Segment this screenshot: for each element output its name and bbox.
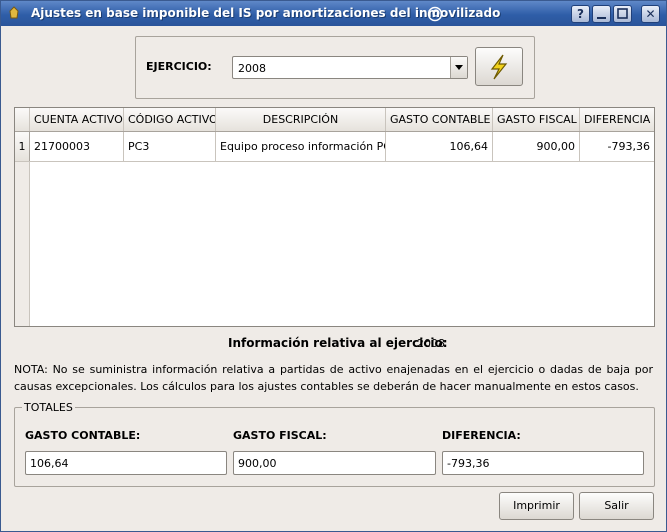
column-header[interactable]: CUENTA ACTIVO <box>30 108 124 131</box>
assets-table[interactable]: CUENTA ACTIVO CÓDIGO ACTIVO DESCRIPCIÓN … <box>14 107 655 327</box>
cell-descripcion[interactable]: Equipo proceso información PC3 <box>216 132 386 161</box>
nota-text: NOTA: No se suministra información relat… <box>14 363 653 393</box>
table-header: CUENTA ACTIVO CÓDIGO ACTIVO DESCRIPCIÓN … <box>15 108 654 132</box>
column-header[interactable]: GASTO CONTABLE <box>386 108 493 131</box>
maximize-button[interactable] <box>613 5 632 23</box>
gasto-fiscal-label: GASTO FISCAL: <box>233 429 327 442</box>
maximize-icon <box>617 8 628 19</box>
gasto-fiscal-field[interactable]: 900,00 <box>233 451 436 475</box>
cell-codigo-activo[interactable]: PC3 <box>124 132 216 161</box>
ejercicio-value: 2008 <box>238 62 266 75</box>
cell-gasto-fiscal[interactable]: 900,00 <box>493 132 580 161</box>
diferencia-field[interactable]: -793,36 <box>442 451 644 475</box>
imprimir-button[interactable]: Imprimir <box>499 492 574 520</box>
gasto-contable-label: GASTO CONTABLE: <box>25 429 141 442</box>
column-header[interactable]: DIFERENCIA <box>580 108 654 131</box>
ejercicio-select[interactable]: 2008 <box>232 56 468 79</box>
ejercicio-label: EJERCICIO: <box>146 60 212 73</box>
help-button[interactable]: ? <box>571 5 590 23</box>
totales-group <box>14 407 655 487</box>
cell-diferencia[interactable]: -793,36 <box>580 132 654 161</box>
lightning-icon <box>490 54 508 80</box>
info-label: Información relativa al ejercicio: <box>228 336 448 350</box>
column-header[interactable]: DESCRIPCIÓN <box>216 108 386 131</box>
corner-cell <box>15 108 30 131</box>
table-row[interactable]: 1 21700003 PC3 Equipo proceso informació… <box>15 132 654 162</box>
window-swirl-icon <box>427 6 443 22</box>
app-icon <box>9 6 19 19</box>
execute-button[interactable] <box>475 47 523 86</box>
close-button[interactable]: ✕ <box>641 5 660 23</box>
row-number: 1 <box>15 132 30 161</box>
column-header[interactable]: CÓDIGO ACTIVO <box>124 108 216 131</box>
title-bar[interactable]: Ajustes en base imponible del IS por amo… <box>1 1 666 26</box>
gasto-contable-field[interactable]: 106,64 <box>25 451 227 475</box>
info-value: 2008 <box>417 337 445 350</box>
chevron-down-icon[interactable] <box>450 57 467 78</box>
minimize-icon <box>597 17 606 19</box>
diferencia-label: DIFERENCIA: <box>442 429 521 442</box>
cell-cuenta-activo[interactable]: 21700003 <box>30 132 124 161</box>
dialog-window: Ajustes en base imponible del IS por amo… <box>0 0 667 532</box>
cell-gasto-contable[interactable]: 106,64 <box>386 132 493 161</box>
salir-button[interactable]: Salir <box>579 492 654 520</box>
column-header[interactable]: GASTO FISCAL <box>493 108 580 131</box>
totales-legend: TOTALES <box>22 401 75 414</box>
minimize-button[interactable] <box>592 5 611 23</box>
